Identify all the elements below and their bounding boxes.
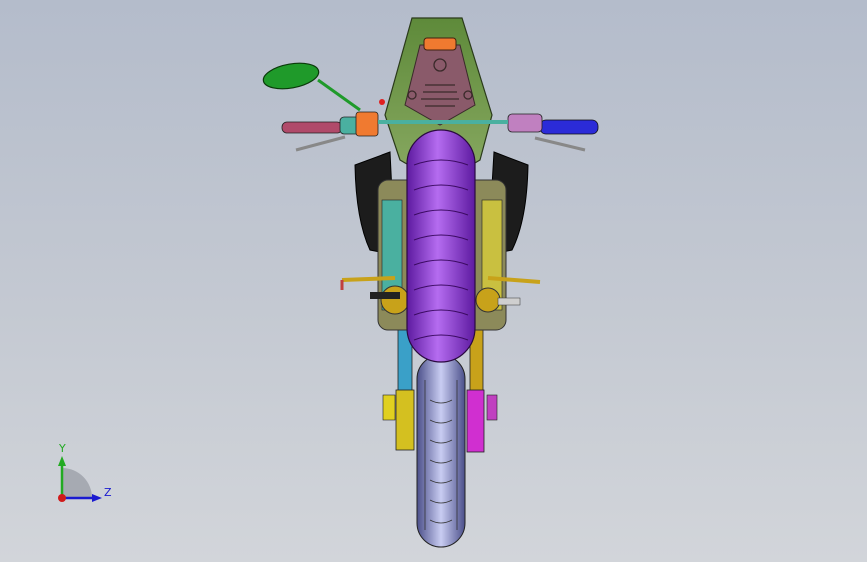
motorcycle-model[interactable]	[0, 0, 867, 562]
front-tire	[416, 354, 466, 548]
tail-light	[423, 37, 457, 51]
triad-shading	[62, 468, 92, 498]
cad-graphics-viewport[interactable]: Y Z	[0, 0, 867, 562]
y-axis-arrowhead	[58, 456, 66, 466]
rear-tire	[406, 129, 476, 363]
left-grip	[281, 121, 343, 134]
right-grip	[539, 119, 599, 135]
y-axis-label: Y	[59, 442, 66, 455]
left-mirror	[262, 62, 385, 112]
z-axis-label: Z	[104, 486, 112, 499]
x-axis-point	[58, 494, 66, 502]
coordinate-triad: Y Z	[48, 440, 118, 510]
z-axis-arrowhead	[92, 494, 102, 502]
